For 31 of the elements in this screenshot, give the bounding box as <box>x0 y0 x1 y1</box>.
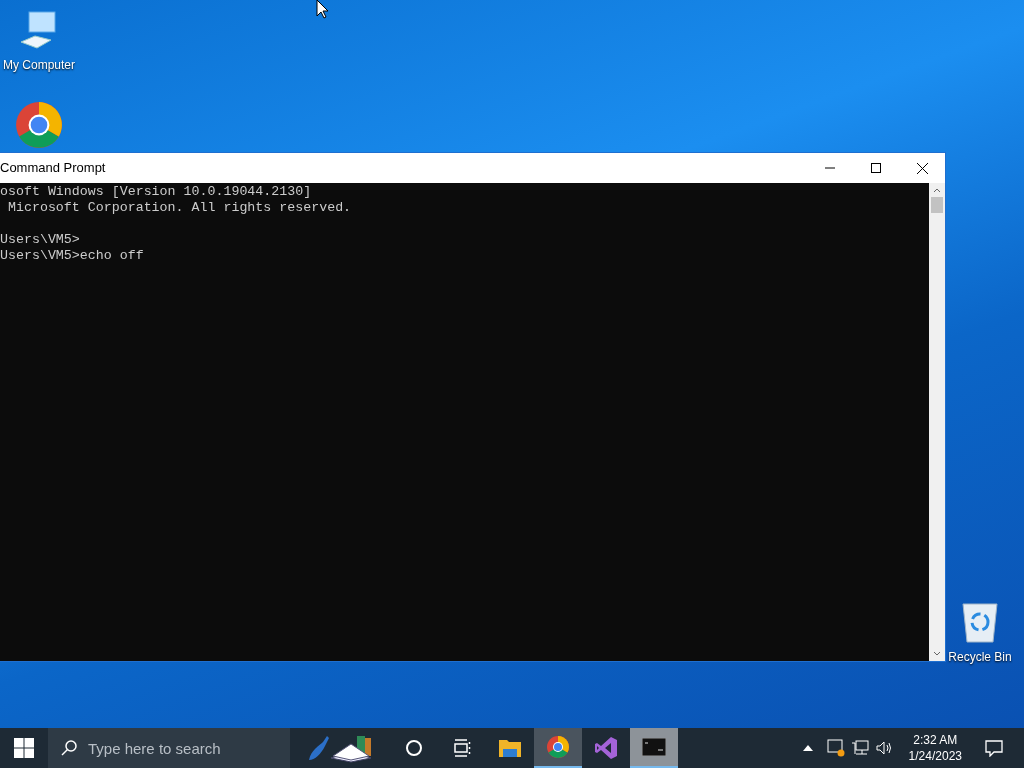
close-icon <box>916 162 928 174</box>
task-view-icon <box>453 739 471 757</box>
console-line: Users\VM5> <box>0 232 80 248</box>
folder-icon <box>498 737 522 759</box>
chrome-icon <box>546 735 570 759</box>
clock[interactable]: 2:32 AM 1/24/2023 <box>900 732 970 764</box>
terminal-icon <box>642 738 666 756</box>
caret-up-icon[interactable] <box>802 745 813 751</box>
console-line: osoft Windows [Version 10.0.19044.2130] <box>0 184 312 200</box>
scrollbar[interactable] <box>929 183 945 661</box>
maximize-icon <box>871 163 881 173</box>
desktop-icon-label[interactable]: My Computer <box>3 56 75 74</box>
window-title: Command Prompt <box>0 159 107 178</box>
clock-time: 2:32 AM <box>913 732 958 748</box>
chat-bubble-icon <box>985 739 1003 757</box>
speaker-icon[interactable] <box>874 739 893 757</box>
search-icon <box>60 739 78 757</box>
scrollbar-thumb[interactable] <box>931 197 943 213</box>
network-icon[interactable] <box>850 739 869 757</box>
chrome-icon <box>14 100 64 150</box>
mouse-pointer-icon <box>316 0 328 19</box>
clock-date: 1/24/2023 <box>908 748 962 764</box>
circle-icon <box>405 739 423 757</box>
taskbar-app-button[interactable] <box>630 728 678 768</box>
desktop-icon-label[interactable]: Recycle Bin <box>948 648 1012 666</box>
search-field[interactable]: Type here to search <box>48 728 290 768</box>
visual-studio-icon <box>593 735 619 761</box>
console-line: Microsoft Corporation. All rights reserved. <box>6 200 352 216</box>
windows-logo-icon <box>14 738 34 758</box>
console-line: Users\VM5>echo off <box>0 248 144 264</box>
sync-alert-icon[interactable] <box>826 739 845 757</box>
